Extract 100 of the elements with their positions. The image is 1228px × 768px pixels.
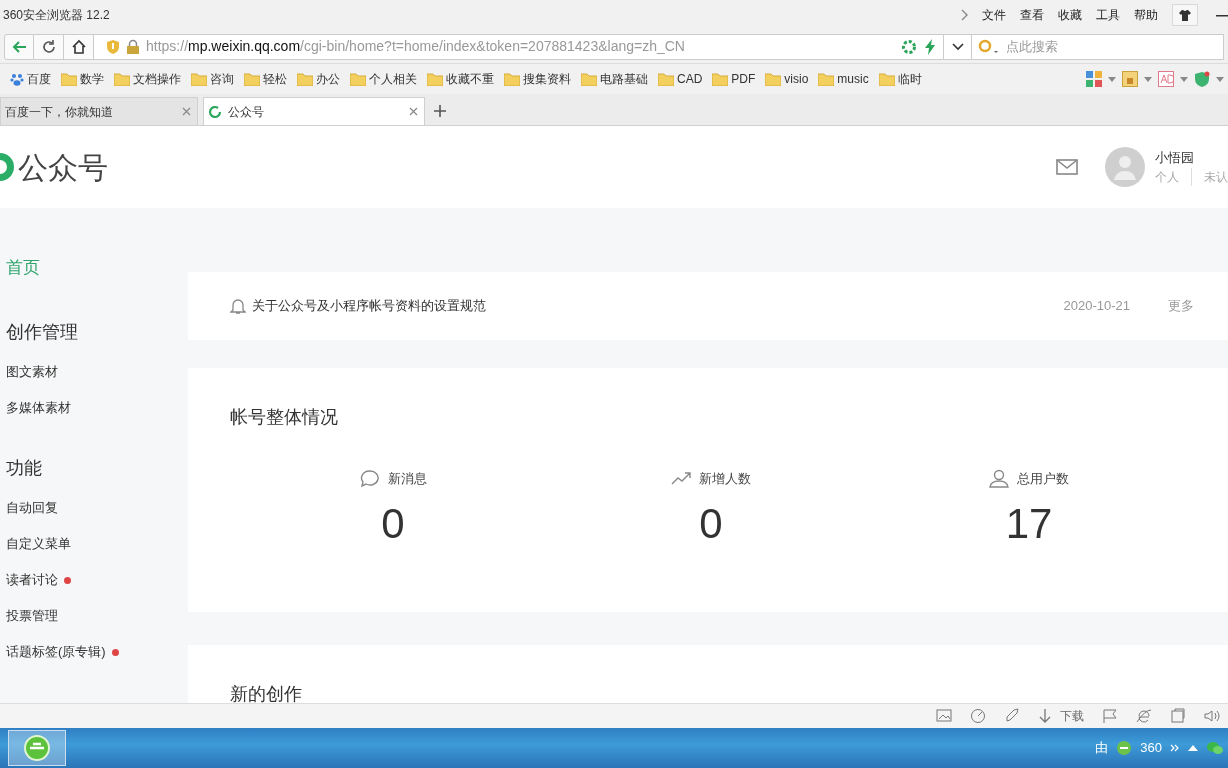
menu-item[interactable]: 帮助 xyxy=(1134,6,1158,24)
shirt-icon xyxy=(1179,9,1191,21)
folder-icon xyxy=(350,72,366,86)
account-type: 个人 xyxy=(1155,168,1179,186)
window-title: 360安全浏览器 12.2 xyxy=(3,7,110,24)
folder-icon xyxy=(297,72,313,86)
folder-icon xyxy=(878,72,895,86)
speaker-icon[interactable] xyxy=(1204,708,1220,724)
download-icon[interactable] xyxy=(1038,708,1052,724)
sidebar-item[interactable]: 话题标签(原专辑) xyxy=(6,642,106,662)
bell-icon xyxy=(230,297,246,315)
menu-item[interactable]: 查看 xyxy=(1020,6,1044,24)
download-link[interactable]: 下载 xyxy=(1060,707,1084,725)
caret-icon[interactable] xyxy=(1144,76,1152,82)
browser-tab[interactable]: 百度一下，你就知道 xyxy=(0,97,198,125)
notice-link[interactable]: 关于公众号及小程序帐号资料的设置规范 xyxy=(252,296,486,316)
close-icon[interactable] xyxy=(409,107,418,116)
brand-title: 公众号 xyxy=(18,149,108,186)
bookmark-item[interactable]: visio xyxy=(765,70,809,88)
menu-item[interactable]: 文件 xyxy=(982,6,1006,24)
speech-bubble-icon xyxy=(359,469,380,489)
spinner-icon[interactable] xyxy=(901,38,917,55)
chevron-right-icon[interactable] xyxy=(960,9,968,21)
paw-icon xyxy=(10,72,24,86)
mail-icon xyxy=(1056,159,1078,175)
lock-icon xyxy=(126,38,140,55)
bookmark-item[interactable]: 收藏不重 xyxy=(427,70,494,88)
dropdown-button[interactable] xyxy=(944,33,972,60)
sidebar-item[interactable]: 图文素材 xyxy=(6,362,58,382)
folder-icon xyxy=(191,72,207,86)
folder-icon xyxy=(504,72,520,86)
card-title: 帐号整体情况 xyxy=(230,406,339,429)
gauge-icon[interactable] xyxy=(970,708,986,724)
stat-label: 新消息 xyxy=(387,470,427,488)
window-icon[interactable] xyxy=(1170,708,1186,724)
refresh-button[interactable] xyxy=(34,33,64,60)
card-title: 新的创作 xyxy=(230,683,303,703)
caret-icon[interactable] xyxy=(1108,76,1116,82)
folder-icon xyxy=(581,72,597,86)
expand-icon[interactable] xyxy=(1170,744,1180,752)
bookmark-item[interactable]: 电路基础 xyxy=(581,70,648,88)
skin-button[interactable] xyxy=(1172,4,1198,26)
shield-icon[interactable] xyxy=(1194,71,1210,87)
ie-icon[interactable] xyxy=(1136,708,1152,724)
bookmark-item[interactable]: 文档操作 xyxy=(114,70,181,88)
bookmark-item[interactable]: PDF xyxy=(712,70,756,88)
bookmark-item[interactable]: 轻松 xyxy=(244,70,287,88)
caret-icon[interactable] xyxy=(1216,76,1224,82)
back-button[interactable] xyxy=(4,33,34,60)
flag-icon[interactable] xyxy=(1102,708,1118,724)
sidebar-item[interactable]: 读者讨论 xyxy=(6,570,58,590)
person-icon xyxy=(989,469,1009,489)
section-heading: 创作管理 xyxy=(6,320,79,344)
apps-icon[interactable] xyxy=(1086,71,1102,87)
stat-label: 总用户数 xyxy=(1017,470,1069,488)
image-icon[interactable] xyxy=(936,708,952,724)
caret-up-icon[interactable] xyxy=(1188,745,1198,751)
bookmark-item[interactable]: 办公 xyxy=(297,70,340,88)
search-engine-icon xyxy=(978,38,1000,55)
verify-status: 未认 xyxy=(1191,167,1228,186)
bookmark-item[interactable]: 数学 xyxy=(61,70,104,88)
stat-value: 0 xyxy=(381,502,405,545)
chat-icon[interactable] xyxy=(1206,740,1224,756)
browser-tab[interactable]: 公众号 xyxy=(203,97,425,125)
address-field[interactable]: https://mp.weixin.qq.com/cgi-bin/home?t=home/index&token=207881423&lang=zh_CN xyxy=(94,33,944,60)
bookmark-item[interactable]: 百度 xyxy=(10,70,51,88)
sidebar-item[interactable]: 多媒体素材 xyxy=(6,398,71,418)
menu-item[interactable]: 工具 xyxy=(1096,6,1120,24)
folder-icon xyxy=(658,72,674,86)
search-field[interactable]: 点此搜索 xyxy=(972,33,1224,60)
section-heading: 功能 xyxy=(6,456,43,480)
shield-icon xyxy=(106,38,120,55)
bookmark-item[interactable]: music xyxy=(818,70,869,88)
sidebar-item[interactable]: 自定义菜单 xyxy=(6,534,71,554)
menu-item[interactable]: 收藏 xyxy=(1058,6,1082,24)
refresh-icon xyxy=(208,104,222,119)
url-text: https://mp.weixin.qq.com/cgi-bin/home?t=home/index&token=207881423&lang=zh_CN xyxy=(146,37,685,56)
taskbar-button[interactable] xyxy=(8,730,66,766)
chevron-down-icon xyxy=(951,42,964,51)
caret-icon[interactable] xyxy=(1180,76,1188,82)
sidebar-item[interactable]: 投票管理 xyxy=(6,606,58,626)
home-button[interactable] xyxy=(64,33,94,60)
stat-label: 新增人数 xyxy=(699,470,751,488)
bookmark-item[interactable]: 搜集资料 xyxy=(504,70,571,88)
box-icon[interactable] xyxy=(1122,71,1138,87)
bookmark-item[interactable]: 个人相关 xyxy=(350,70,417,88)
home-icon xyxy=(70,38,87,55)
close-icon[interactable] xyxy=(182,107,191,116)
lightning-icon[interactable] xyxy=(923,38,937,55)
sidebar-item[interactable]: 自动回复 xyxy=(6,498,58,518)
bookmark-item[interactable]: 咨询 xyxy=(191,70,234,88)
user-name: 小悟园 xyxy=(1155,149,1195,167)
plus-icon[interactable] xyxy=(434,105,446,117)
bookmark-item[interactable]: CAD xyxy=(658,70,703,88)
folder-icon xyxy=(244,72,260,86)
bookmark-item[interactable]: 临时 xyxy=(878,70,922,88)
ad-block-icon[interactable] xyxy=(1158,71,1174,87)
browser-icon[interactable] xyxy=(1116,740,1133,756)
folder-icon xyxy=(114,72,130,86)
search-input[interactable]: 点此搜索 xyxy=(1004,35,1204,58)
